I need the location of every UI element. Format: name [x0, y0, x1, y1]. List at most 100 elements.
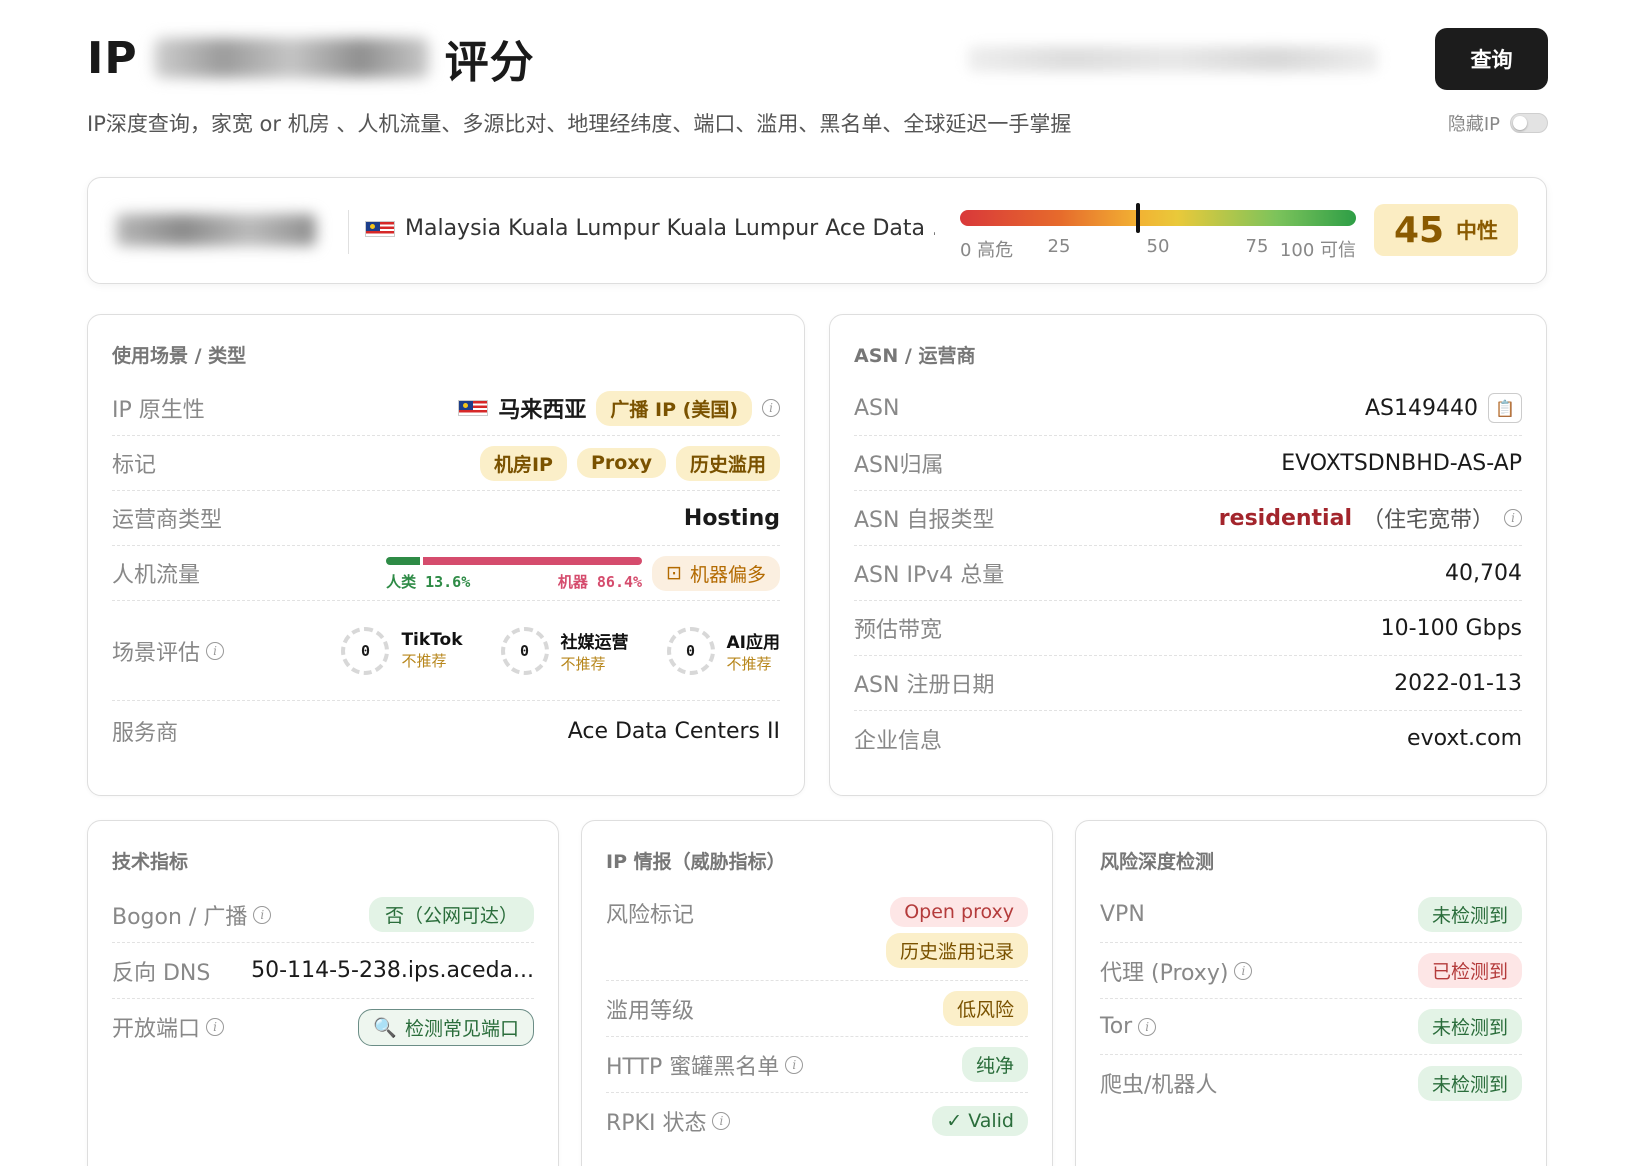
- asn-self-type-group: residential （住宅宽带） i: [1219, 502, 1522, 534]
- company-value[interactable]: evoxt.com: [1407, 726, 1522, 751]
- asn-label: ASN: [854, 395, 900, 421]
- asn-ipv4-row: ASN IPv4 总量 40,704: [854, 546, 1522, 601]
- honeypot-value: 纯净: [961, 1047, 1028, 1082]
- bot-traffic-text: 机器 86.4%: [557, 573, 643, 591]
- tags-row: 标记 机房IP Proxy 历史滥用: [112, 436, 780, 491]
- intel-card: IP 情报（威胁指标） 风险标记 Open proxy 历史滥用记录 滥用等级 …: [581, 820, 1053, 1166]
- traffic-value: 人类 13.6% 机器 86.4% ⊡ 机器偏多: [386, 553, 780, 593]
- rdns-label: 反向 DNS: [112, 960, 211, 986]
- native-country: 马来西亚: [498, 398, 587, 423]
- traffic-meter: 人类 13.6% 机器 86.4%: [386, 553, 643, 593]
- query-input[interactable]: [968, 46, 1378, 72]
- malaysia-flag-icon: [458, 400, 489, 416]
- risk-tag: 历史滥用记录: [885, 933, 1028, 968]
- native-label: IP 原生性: [112, 398, 205, 423]
- proxy-label: 代理 (Proxy): [1100, 960, 1229, 986]
- info-icon[interactable]: i: [206, 641, 225, 660]
- robot-badge-label: 机器偏多: [689, 563, 766, 586]
- scene-name: TikTok: [401, 630, 463, 650]
- vpn-label: VPN: [1100, 902, 1145, 927]
- rdns-row: 反向 DNS 50-114-5-238.ips.aceda...: [112, 943, 534, 999]
- malaysia-flag-icon: [365, 220, 395, 237]
- risk-tags-list: Open proxy 历史滥用记录: [885, 897, 1028, 968]
- info-icon[interactable]: i: [785, 1055, 804, 1074]
- tor-label-group: Tor i: [1100, 1014, 1157, 1039]
- ports-label: 开放端口: [112, 1017, 201, 1042]
- native-value: 马来西亚 广播 IP (美国) i: [458, 390, 780, 426]
- blurred-ip-address: [116, 214, 316, 246]
- check-ports-button[interactable]: 🔍 检测常见端口: [358, 1008, 534, 1046]
- scene-item: 0 AI应用 不推荐: [666, 626, 780, 675]
- gauge-marker: [1136, 203, 1141, 233]
- check-ports-label: 检测常见端口: [404, 1017, 519, 1040]
- scene-label-group: 场景评估 i: [112, 635, 225, 667]
- info-icon[interactable]: i: [253, 905, 272, 924]
- tor-row: Tor i 未检测到: [1100, 999, 1522, 1055]
- crawler-status: 未检测到: [1417, 1065, 1522, 1101]
- blurred-ip-address: [153, 38, 429, 78]
- vpn-status: 未检测到: [1417, 897, 1522, 932]
- asn-ipv4-label: ASN IPv4 总量: [854, 563, 1005, 588]
- reg-date-row: ASN 注册日期 2022-01-13: [854, 656, 1522, 711]
- tags-label: 标记: [112, 453, 157, 478]
- title-prefix: IP: [87, 32, 138, 84]
- page-header: IP 评分 IP深度查询，家宽 or 机房 、人机流量、多源比对、地理经纬度、端…: [87, 28, 1548, 178]
- title-suffix: 评分: [444, 37, 535, 88]
- query-button[interactable]: 查询: [1435, 28, 1548, 90]
- hide-ip-control[interactable]: 隐藏IP: [1448, 110, 1548, 136]
- vpn-row: VPN 未检测到: [1100, 887, 1522, 943]
- scene-item: 0 社媒运营 不推荐: [500, 626, 629, 675]
- broadcast-badge: 广播 IP (美国): [596, 390, 752, 426]
- traffic-bar: [386, 557, 643, 565]
- ports-row: 开放端口 i 🔍 检测常见端口: [112, 999, 534, 1055]
- info-icon[interactable]: i: [1504, 509, 1522, 527]
- info-icon[interactable]: i: [762, 399, 780, 417]
- asn-ipv4-value: 40,704: [1445, 560, 1522, 586]
- card-title: 技术指标: [112, 851, 189, 873]
- scene-status: 不推荐: [726, 654, 772, 673]
- clipboard-icon[interactable]: 📋: [1488, 393, 1522, 423]
- gauge-label: 75: [1245, 236, 1269, 257]
- isp-type-label: 运营商类型: [112, 508, 223, 533]
- score-value: 45: [1393, 209, 1445, 251]
- bogon-label: Bogon / 广播: [112, 904, 248, 930]
- info-icon[interactable]: i: [712, 1112, 731, 1130]
- rpki-label-group: RPKI 状态 i: [606, 1105, 731, 1137]
- scene-text: 社媒运营 不推荐: [561, 628, 629, 674]
- bogon-label-group: Bogon / 广播 i: [112, 899, 272, 931]
- divider: [348, 210, 349, 254]
- robot-icon: ⊡: [666, 562, 682, 584]
- asn-card: ASN / 运营商 ASN AS149440 📋 ASN归属 EVOXTSDNB…: [829, 314, 1547, 796]
- info-icon[interactable]: i: [206, 1018, 225, 1036]
- crawler-row: 爬虫/机器人 未检测到: [1100, 1055, 1522, 1111]
- info-icon[interactable]: i: [1234, 961, 1253, 980]
- score-gauge: 0 高危 25 50 75 100 可信: [960, 203, 1356, 261]
- scene-text: TikTok 不推荐: [401, 630, 462, 671]
- native-row: IP 原生性 马来西亚 广播 IP (美国) i: [112, 381, 780, 436]
- page-subtitle: IP深度查询，家宽 or 机房 、人机流量、多源比对、地理经纬度、端口、滥用、黑…: [87, 112, 1072, 136]
- scene-item: 0 TikTok 不推荐: [341, 626, 463, 675]
- gauge-label: 0 高危: [960, 240, 1014, 261]
- tag-badge: 历史滥用: [675, 445, 780, 481]
- proxy-label-group: 代理 (Proxy) i: [1100, 955, 1253, 987]
- risk-tags-label: 风险标记: [606, 903, 695, 928]
- scene-name: 社媒运营: [560, 632, 629, 653]
- reg-date-value: 2022-01-13: [1394, 670, 1522, 696]
- asn-owner-row: ASN归属 EVOXTSDNBHD-AS-AP: [854, 436, 1522, 491]
- score-summary: Malaysia Kuala Lumpur Kuala Lumpur Ace D…: [87, 177, 1547, 284]
- card-title: 风险深度检测: [1100, 851, 1215, 873]
- score-badge: 45 中性: [1374, 204, 1518, 256]
- info-icon[interactable]: i: [1138, 1017, 1157, 1036]
- crawler-label: 爬虫/机器人: [1100, 1073, 1218, 1098]
- ports-label-group: 开放端口 i: [112, 1011, 225, 1043]
- hide-ip-toggle[interactable]: [1510, 113, 1548, 133]
- gauge-labels: 0 高危 25 50 75 100 可信: [960, 236, 1356, 261]
- location-info: Malaysia Kuala Lumpur Kuala Lumpur Ace D…: [365, 216, 935, 241]
- traffic-text: 人类 13.6% 机器 86.4%: [386, 571, 642, 592]
- rpki-value: ✓ Valid: [932, 1106, 1028, 1136]
- abuse-value: 低风险: [942, 991, 1028, 1026]
- gauge-label: 100 可信: [1279, 240, 1356, 261]
- company-label: 企业信息: [854, 728, 943, 754]
- scene-row: 场景评估 i 0 TikTok 不推荐 0 社媒运营 不推荐 0 AI应用 不推…: [112, 601, 780, 701]
- gauge-label: 25: [1047, 236, 1071, 257]
